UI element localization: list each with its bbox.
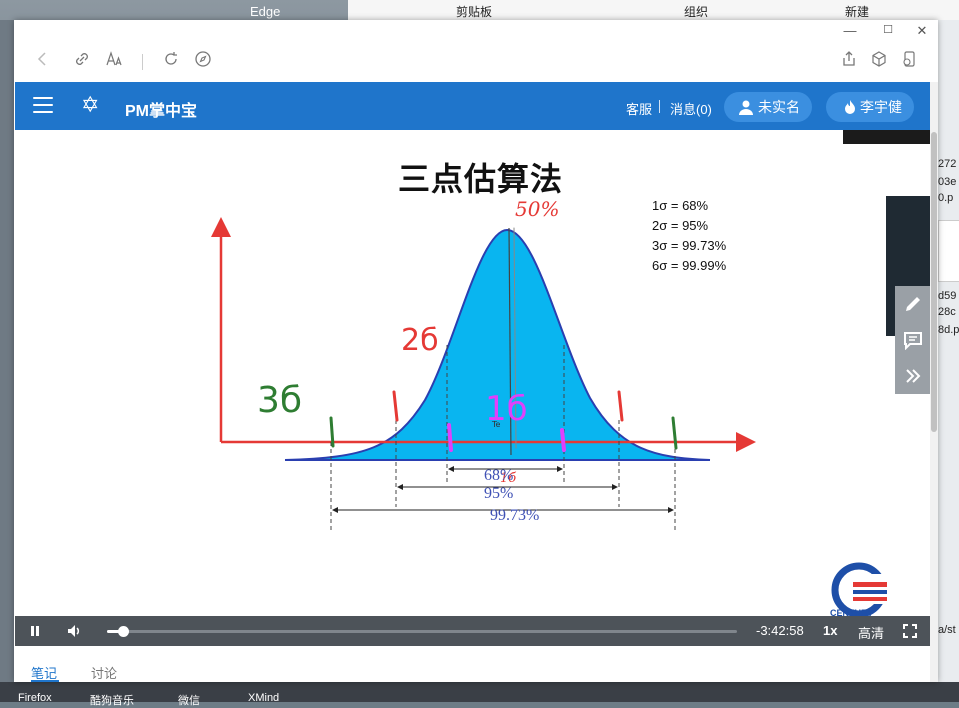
brand-name[interactable]: PM掌中宝 (125, 97, 197, 121)
sigma-line: 2σ = 95% (652, 218, 709, 233)
phone-icon[interactable] (898, 50, 920, 72)
scrollbar-thumb[interactable] (931, 132, 937, 432)
fragment-thumbnail (938, 220, 959, 282)
background-left-window (0, 20, 14, 702)
annotation-2sigma: 2б (401, 323, 439, 358)
pencil-icon[interactable] (903, 294, 923, 314)
pause-icon[interactable] (29, 625, 41, 637)
ribbon-organize[interactable]: 组织 (684, 3, 708, 20)
fragment: a/st (938, 624, 956, 636)
fragment: 28c (938, 306, 956, 318)
service-link[interactable]: 客服 (626, 99, 652, 118)
progress-track[interactable] (107, 626, 737, 637)
fragment: 8d.p (938, 324, 959, 336)
background-ribbon: 剪贴板 组织 新建 (348, 0, 959, 21)
taskbar-kugou[interactable]: 酷狗音乐 (90, 692, 134, 708)
sigma-line: 6σ = 99.99% (652, 258, 727, 273)
user-icon (739, 100, 753, 115)
close-button[interactable]: ✕ (912, 23, 932, 39)
header-divider (659, 100, 660, 113)
volume-icon[interactable] (67, 624, 83, 638)
taskbar-wechat[interactable]: 微信 (178, 692, 200, 708)
collapse-icon[interactable] (903, 366, 923, 386)
page-scrollbar[interactable] (930, 82, 938, 682)
messages-link[interactable]: 消息(0) (670, 99, 712, 118)
refresh-icon[interactable] (160, 50, 182, 72)
browser-toolbar (14, 44, 938, 80)
fragment: 0.p (938, 192, 954, 204)
range-label-95: 95% (484, 485, 513, 502)
minimize-button[interactable]: — (840, 23, 860, 38)
star-logo-icon[interactable]: ✡ (81, 94, 99, 116)
user-name: 李宇健 (860, 99, 902, 115)
quality-button[interactable]: 高清 (858, 623, 884, 642)
toolbar-separator (142, 54, 143, 70)
flame-icon (845, 100, 855, 114)
menu-icon[interactable] (33, 97, 53, 115)
progress-knob[interactable] (117, 626, 129, 637)
annotation-3sigma: 3б (257, 380, 302, 421)
range-label-9973: 99.73% (490, 507, 539, 524)
range-label-68: 68% (484, 467, 513, 484)
ribbon-clipboard[interactable]: 剪贴板 (456, 3, 492, 20)
tab-bar: 笔记 讨论 (15, 656, 931, 682)
century-logo: CENTURY (830, 562, 889, 616)
app-header: ✡ PM掌中宝 客服 消息(0) 未实名 李宇健 (15, 82, 931, 130)
comment-icon[interactable] (903, 330, 923, 350)
maximize-button[interactable]: ☐ (878, 23, 898, 36)
side-tools (895, 286, 931, 394)
ribbon-new[interactable]: 新建 (845, 3, 869, 20)
player-controls: -3:42:58 1x 高清 (15, 616, 931, 646)
taskbar-xmind[interactable]: XMind (248, 692, 279, 704)
annotation-te: Te (491, 420, 501, 429)
cube-icon[interactable] (868, 50, 890, 72)
compass-icon[interactable] (192, 50, 214, 72)
fullscreen-icon[interactable] (903, 624, 917, 638)
share-icon[interactable] (838, 50, 860, 72)
browser-window: — ☐ ✕ ✡ PM掌中宝 客服 消息(0) 未实名 李宇健 三点估算法 50%… (14, 20, 938, 682)
user-button[interactable]: 李宇健 (826, 92, 914, 122)
annotation-50: 50% (515, 197, 559, 221)
time-remaining: -3:42:58 (756, 623, 804, 638)
background-right-window: 272 03e 0.p d59 28c 8d.p a/st (938, 20, 959, 702)
sigma-line: 3σ = 99.73% (652, 238, 727, 253)
taskbar: Firefox 酷狗音乐 微信 XMind (0, 682, 959, 707)
taskbar-edge-label: Edge (250, 4, 281, 19)
speed-button[interactable]: 1x (823, 623, 837, 638)
sigma-legend: 1σ = 68% 2σ = 95% 3σ = 99.73% 6σ = 99.99… (652, 196, 726, 276)
sigma-line: 1σ = 68% (652, 198, 709, 213)
fragment: 03e (938, 176, 957, 188)
verify-label: 未实名 (758, 99, 800, 115)
video-area[interactable]: 三点估算法 50% 2б 3б 1б 1б Te 68% 95% 99.73% … (15, 130, 931, 616)
read-aloud-icon[interactable] (103, 50, 125, 72)
fragment: d59 (938, 290, 957, 302)
normal-distribution-figure: 50% 2б 3б 1б 1б Te 68% 95% 99.73% CENTUR… (211, 197, 889, 616)
title-bar: — ☐ ✕ (14, 20, 938, 44)
active-tab-indicator (31, 680, 59, 682)
taskbar-firefox[interactable]: Firefox (18, 692, 52, 704)
fragment: 272 (938, 158, 957, 170)
overlay-thumbnail (843, 130, 931, 144)
logo-text: CENTURY (830, 608, 873, 616)
tab-discussion[interactable]: 讨论 (91, 663, 117, 682)
back-icon[interactable] (32, 50, 54, 72)
verify-button[interactable]: 未实名 (724, 92, 812, 122)
link-icon[interactable] (71, 50, 93, 72)
